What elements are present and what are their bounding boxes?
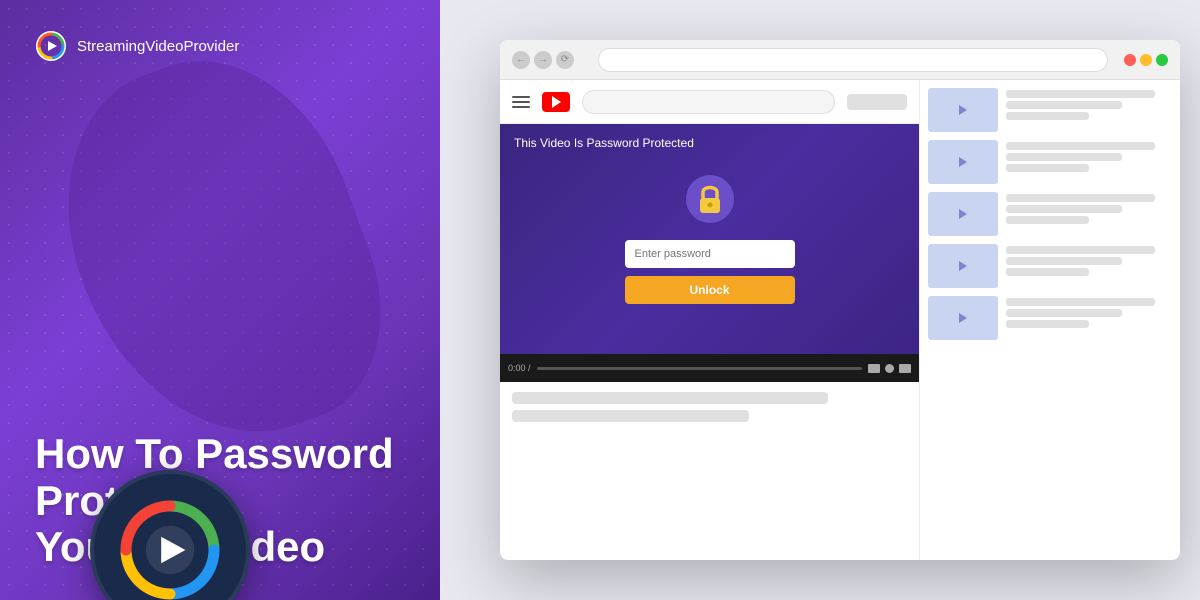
thumbnail-play-icon [959, 209, 967, 219]
sidebar-thumbnail-5[interactable] [928, 296, 998, 340]
youtube-navbar [500, 80, 919, 124]
video-player: This Video Is Password Protected Unlock [500, 124, 919, 354]
sidebar-title-line [1006, 246, 1155, 254]
youtube-logo-icon[interactable] [542, 92, 570, 112]
window-controls [1124, 54, 1168, 66]
browser-main-content: This Video Is Password Protected Unlock … [500, 80, 920, 560]
left-panel: StreamingVideoProvider How To Password P… [0, 0, 440, 600]
sidebar-item-text [1006, 296, 1172, 328]
logo-row: StreamingVideoProvider [35, 30, 405, 62]
sidebar-thumbnail-1[interactable] [928, 88, 998, 132]
sidebar-item-text [1006, 88, 1172, 120]
youtube-nav-placeholder [847, 94, 907, 110]
password-protected-label: This Video Is Password Protected [514, 136, 694, 150]
below-video-content [500, 382, 919, 560]
decorative-wave [23, 24, 416, 477]
back-button[interactable]: ← [512, 51, 530, 69]
brand-logo-text: StreamingVideoProvider [77, 38, 239, 55]
forward-button[interactable]: → [534, 51, 552, 69]
browser-body: This Video Is Password Protected Unlock … [500, 80, 1180, 560]
sidebar-sub-line [1006, 112, 1089, 120]
big-brand-logo [90, 470, 250, 600]
sidebar-meta-line [1006, 257, 1122, 265]
video-controls-bar: 0:00 / [500, 354, 919, 382]
maximize-window-button[interactable] [1156, 54, 1168, 66]
sidebar-meta-line [1006, 153, 1122, 161]
thumbnail-play-icon [959, 157, 967, 167]
settings-icon[interactable] [885, 364, 894, 373]
sidebar-meta-line [1006, 205, 1122, 213]
minimize-window-button[interactable] [1140, 54, 1152, 66]
sidebar-meta-line [1006, 309, 1122, 317]
brand-logo-large-icon [115, 495, 225, 600]
sidebar-title-line [1006, 194, 1155, 202]
sidebar-item-text [1006, 140, 1172, 172]
youtube-search-bar[interactable] [582, 90, 835, 114]
headline-line1: How To Password [35, 430, 394, 477]
fullscreen-icon[interactable] [868, 364, 880, 373]
browser-nav: ← → ⟳ [512, 51, 574, 69]
sidebar-item [928, 140, 1172, 184]
sidebar-title-line [1006, 298, 1155, 306]
browser-sidebar [920, 80, 1180, 560]
brand-logo-icon [35, 30, 67, 62]
sidebar-title-line [1006, 90, 1155, 98]
right-panel: ← → ⟳ [440, 0, 1200, 600]
thumbnail-play-icon [959, 313, 967, 323]
expand-icon[interactable] [899, 364, 911, 373]
sidebar-item [928, 244, 1172, 288]
sidebar-meta-line [1006, 101, 1122, 109]
sidebar-item [928, 192, 1172, 236]
sidebar-item [928, 88, 1172, 132]
video-time: 0:00 / [508, 363, 531, 373]
video-progress-bar[interactable] [537, 367, 862, 370]
video-title-placeholder [512, 392, 828, 404]
thumbnail-play-icon [959, 105, 967, 115]
sidebar-sub-line [1006, 164, 1089, 172]
sidebar-item [928, 296, 1172, 340]
browser-window: ← → ⟳ [500, 40, 1180, 560]
hamburger-menu-button[interactable] [512, 96, 530, 108]
sidebar-thumbnail-2[interactable] [928, 140, 998, 184]
close-window-button[interactable] [1124, 54, 1136, 66]
youtube-play-icon [552, 96, 561, 108]
password-input[interactable] [625, 240, 795, 268]
address-bar[interactable] [598, 48, 1108, 72]
sidebar-sub-line [1006, 320, 1089, 328]
refresh-button[interactable]: ⟳ [556, 51, 574, 69]
thumbnail-play-icon [959, 261, 967, 271]
video-meta-placeholder [512, 410, 749, 422]
unlock-button[interactable]: Unlock [625, 276, 795, 304]
lock-icon [685, 174, 735, 224]
sidebar-sub-line [1006, 268, 1089, 276]
sidebar-thumbnail-3[interactable] [928, 192, 998, 236]
sidebar-item-text [1006, 192, 1172, 224]
video-control-icons [868, 364, 911, 373]
sidebar-sub-line [1006, 216, 1089, 224]
browser-chrome: ← → ⟳ [500, 40, 1180, 80]
sidebar-thumbnail-4[interactable] [928, 244, 998, 288]
sidebar-title-line [1006, 142, 1155, 150]
sidebar-item-text [1006, 244, 1172, 276]
